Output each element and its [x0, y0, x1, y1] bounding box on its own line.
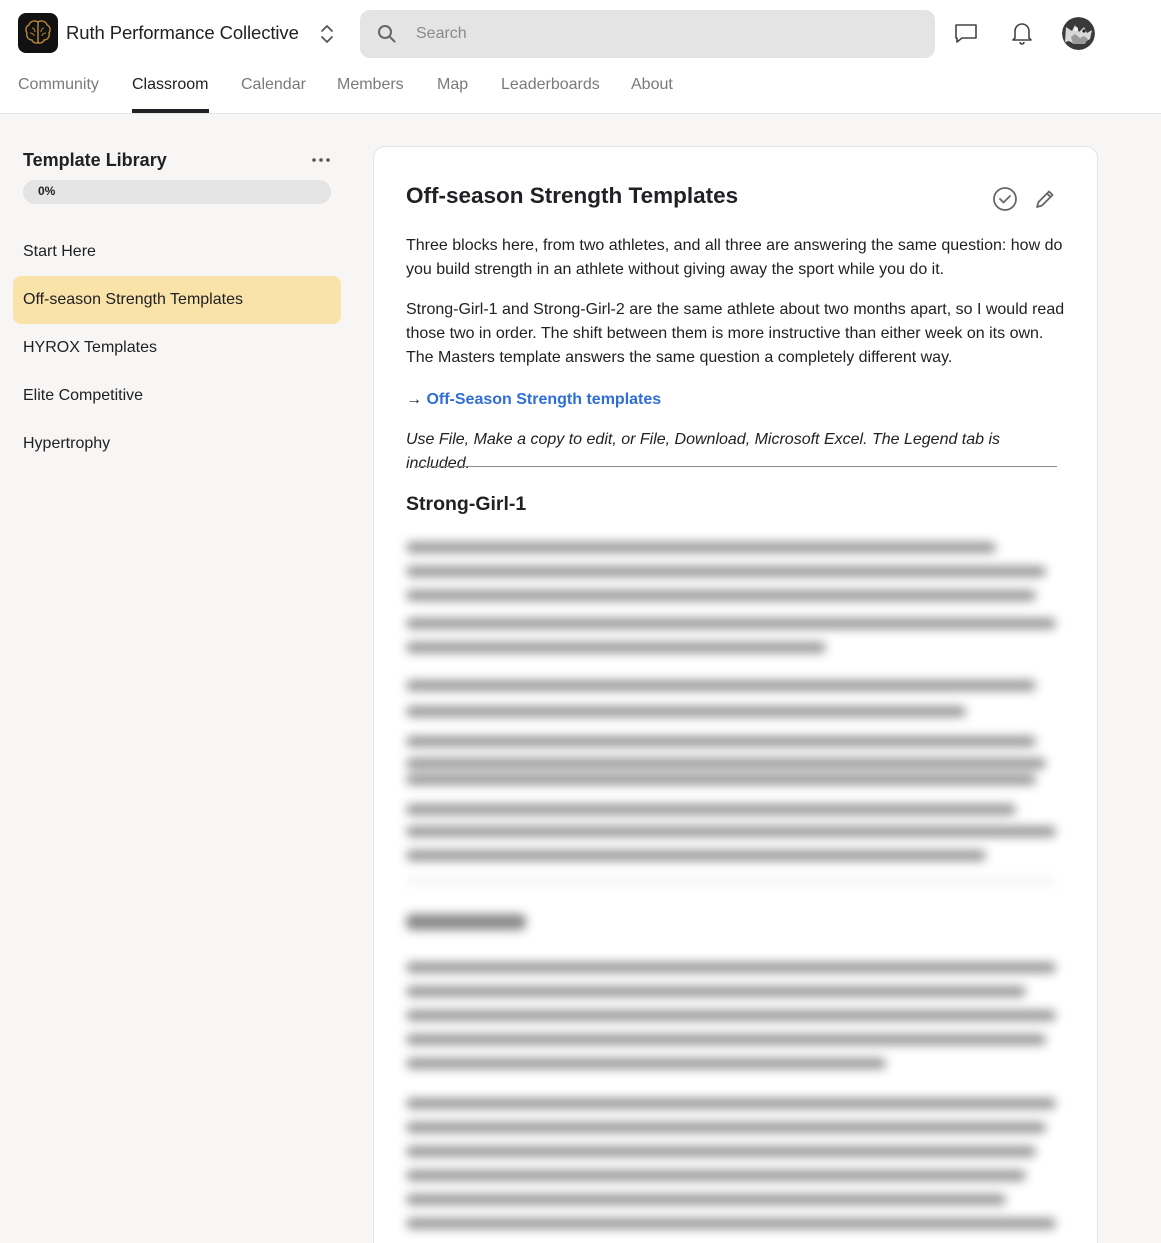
active-tab-indicator [132, 109, 209, 113]
chat-icon[interactable] [952, 19, 980, 47]
blurred-content [374, 520, 1097, 1243]
more-horizontal-icon[interactable] [310, 150, 332, 170]
sidebar-item-hyrox[interactable]: HYROX Templates [13, 324, 341, 372]
avatar[interactable] [1062, 17, 1095, 50]
search-icon [376, 23, 398, 50]
search-input[interactable] [416, 10, 916, 58]
edit-pencil-icon[interactable] [1031, 185, 1059, 213]
templates-link[interactable]: Off-Season Strength templates [426, 391, 661, 408]
tab-calendar[interactable]: Calendar [241, 76, 306, 94]
course-progress-bar: 0% [23, 180, 331, 204]
tab-community[interactable]: Community [18, 76, 99, 94]
sidebar-title: Template Library [23, 150, 167, 170]
lesson-paragraph: Strong-Girl-1 and Strong-Girl-2 are the … [406, 301, 1065, 366]
sidebar-item-hypertrophy[interactable]: Hypertrophy [13, 420, 341, 468]
lesson-title: Off-season Strength Templates [406, 183, 739, 208]
divider [414, 466, 1057, 467]
top-bar: Ruth Performance Collective Search Commu… [0, 0, 1161, 114]
sidebar-item-off-season-strength[interactable]: Off-season Strength Templates [13, 276, 341, 324]
chevron-up-down-icon[interactable] [318, 22, 336, 46]
bell-icon[interactable] [1008, 19, 1036, 47]
tab-members[interactable]: Members [337, 76, 404, 94]
lesson-paragraph: Three blocks here, from two athletes, an… [406, 237, 1063, 278]
check-circle-icon[interactable] [991, 185, 1019, 213]
lesson-note: Use File, Make a copy to edit, or File, … [406, 431, 1001, 472]
progress-label: 0% [38, 184, 56, 198]
section-heading: Strong-Girl-1 [406, 493, 527, 515]
tab-leaderboards[interactable]: Leaderboards [501, 76, 600, 94]
templates-link-row: → Off-Season Strength templates [406, 388, 661, 412]
tab-classroom[interactable]: Classroom [132, 76, 208, 94]
brain-icon[interactable] [18, 13, 58, 53]
search-bar[interactable] [360, 10, 935, 58]
tab-map[interactable]: Map [437, 76, 468, 94]
tab-about[interactable]: About [631, 76, 673, 94]
arrow-right-icon: → [406, 391, 422, 408]
sidebar-item-elite-competitive[interactable]: Elite Competitive [13, 372, 341, 420]
brand-name[interactable]: Ruth Performance Collective [66, 22, 299, 44]
sidebar-item-start-here[interactable]: Start Here [13, 228, 341, 276]
